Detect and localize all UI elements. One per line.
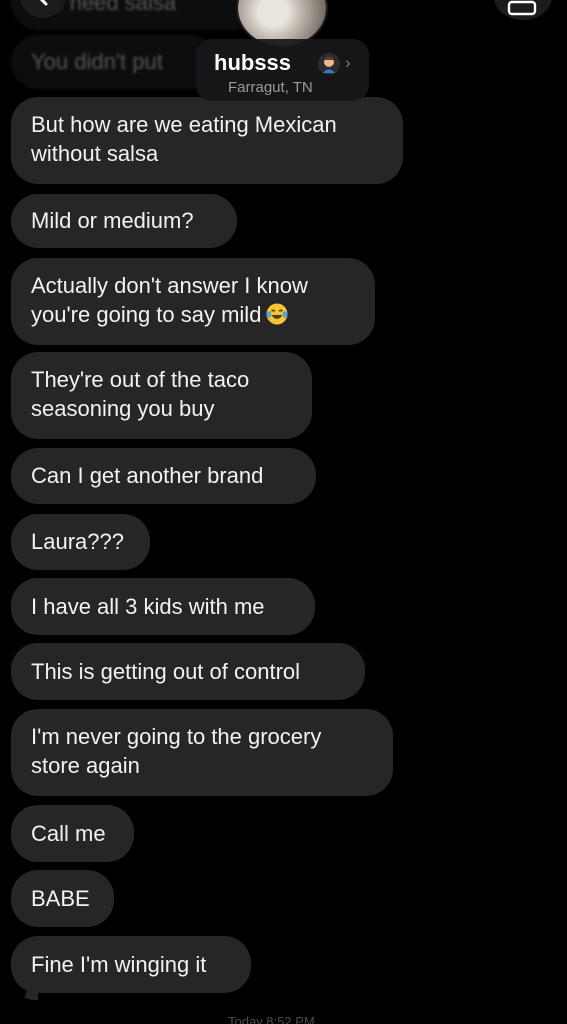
message-bubble[interactable]: Can I get another brand [11,448,316,504]
message-bubble[interactable]: Actually don't answer I know you're goin… [11,258,375,345]
message-bubble[interactable]: Fine I'm winging it [11,936,251,993]
message-line: Call me [31,821,106,846]
message-line: seasoning you buy [31,396,215,421]
message-bubble[interactable]: Laura??? [11,514,150,570]
message-bubble[interactable]: Mild or medium? [11,194,237,248]
message-text: You didn't put [31,49,163,74]
message-bubble[interactable]: BABE [11,870,114,927]
message-line: I'm never going to the grocery [31,724,322,749]
info-icon[interactable] [494,0,552,20]
message-bubble[interactable]: Call me [11,805,134,862]
back-chevron-icon[interactable] [20,0,66,18]
message-line: Mild or medium? [31,208,194,233]
message-line: This is getting out of control [31,659,301,684]
message-line: without salsa [31,141,159,166]
chevron-right-icon: › [345,53,351,72]
memoji-icon [318,53,340,75]
message-bubble[interactable]: I'm never going to the grocery store aga… [11,709,393,796]
message-line: BABE [31,886,90,911]
timestamp: Today 8:52 PM [228,1014,315,1024]
message-line: Laura??? [31,529,124,554]
contact-name[interactable]: hubsss [214,49,291,77]
message-line: store again [31,753,140,778]
message-line: But how are we eating Mexican [31,112,337,137]
message-bubble-partial: You didn't put [11,35,216,89]
message-bubble[interactable]: They're out of the taco seasoning you bu… [11,352,312,439]
message-line: Fine I'm winging it [31,952,207,977]
contact-location: Farragut, TN [228,79,313,96]
message-line: They're out of the taco [31,367,250,392]
message-thread[interactable]: We need salsa You didn't put But how are… [0,0,567,1024]
message-line: I have all 3 kids with me [31,594,265,619]
message-bubble[interactable]: This is getting out of control [11,643,365,700]
face-with-tears-of-joy-icon [266,303,288,325]
message-line: Actually don't answer I know [31,273,308,298]
message-bubble[interactable]: But how are we eating Mexican without sa… [11,97,403,184]
message-line-with-emoji: you're going to say mild [31,300,355,329]
message-line: Can I get another brand [31,463,264,488]
message-bubble[interactable]: I have all 3 kids with me [11,578,315,635]
